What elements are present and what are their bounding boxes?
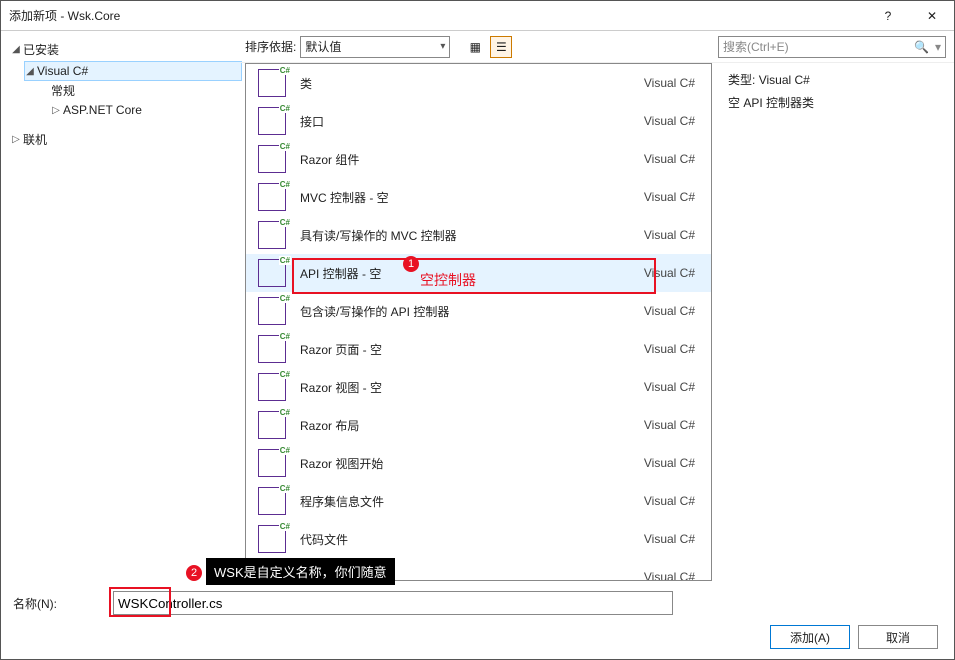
template-name: Razor 组件 bbox=[300, 151, 636, 168]
window-title: 添加新项 - Wsk.Core bbox=[9, 7, 866, 24]
template-icon bbox=[258, 297, 286, 325]
template-lang: Visual C# bbox=[644, 494, 699, 508]
template-name: 包含读/写操作的 API 控制器 bbox=[300, 303, 636, 320]
template-name: Razor 视图 - 空 bbox=[300, 379, 636, 396]
template-lang: Visual C# bbox=[644, 380, 699, 394]
template-lang: Visual C# bbox=[644, 190, 699, 204]
template-lang: Visual C# bbox=[644, 532, 699, 546]
template-name: API 控制器 - 空 bbox=[300, 265, 636, 282]
annotation-marker-1: 1 bbox=[403, 256, 419, 272]
tree-item-aspnetcore[interactable]: ▷ASP.NET Core bbox=[51, 101, 241, 119]
template-item[interactable]: Razor 组件 Visual C# bbox=[246, 140, 711, 178]
template-name: 类 bbox=[300, 75, 636, 92]
template-lang: Visual C# bbox=[644, 76, 699, 90]
toolbar: 排序依据: 默认值 ▦ ☰ 搜索(Ctrl+E) 🔍 ▾ bbox=[241, 31, 954, 63]
template-name: 代码文件 bbox=[300, 531, 636, 548]
detail-pane: 类型: Visual C# 空 API 控制器类 bbox=[716, 63, 954, 581]
template-icon bbox=[258, 335, 286, 363]
template-item[interactable]: 代码文件 Visual C# bbox=[246, 520, 711, 558]
template-lang: Visual C# bbox=[644, 456, 699, 470]
name-input[interactable] bbox=[113, 591, 673, 615]
search-input[interactable]: 搜索(Ctrl+E) 🔍 ▾ bbox=[718, 36, 946, 58]
template-icon bbox=[258, 411, 286, 439]
cancel-button[interactable]: 取消 bbox=[858, 625, 938, 649]
template-item[interactable]: 类 Visual C# bbox=[246, 64, 711, 102]
view-grid-button[interactable]: ▦ bbox=[464, 36, 486, 58]
template-item[interactable]: Razor 页面 - 空 Visual C# bbox=[246, 330, 711, 368]
template-item[interactable]: Razor 视图 - 空 Visual C# bbox=[246, 368, 711, 406]
name-label: 名称(N): bbox=[13, 595, 113, 612]
category-tree: ◢已安装 ◢Visual C# 常规 ▷ASP.NET Core ▷联机 bbox=[1, 31, 241, 581]
template-icon bbox=[258, 145, 286, 173]
template-lang: Visual C# bbox=[644, 342, 699, 356]
template-icon bbox=[258, 525, 286, 553]
template-lang: Visual C# bbox=[644, 228, 699, 242]
close-button[interactable]: ✕ bbox=[910, 1, 954, 31]
template-icon bbox=[258, 221, 286, 249]
template-list[interactable]: 类Visual C#接口Visual C#Razor 组件Visual C#MV… bbox=[245, 63, 712, 581]
template-item[interactable]: Razor 视图开始 Visual C# bbox=[246, 444, 711, 482]
search-icon: 🔍 bbox=[914, 40, 929, 54]
template-lang: Visual C# bbox=[644, 304, 699, 318]
annotation-tooltip-2: WSK是自定义名称，你们随意 bbox=[206, 558, 395, 585]
template-lang: Visual C# bbox=[644, 152, 699, 166]
help-button[interactable]: ? bbox=[866, 1, 910, 31]
template-name: MVC 控制器 - 空 bbox=[300, 189, 636, 206]
tree-item-visual-csharp[interactable]: ◢Visual C# bbox=[25, 62, 241, 80]
template-icon bbox=[258, 487, 286, 515]
view-list-button[interactable]: ☰ bbox=[490, 36, 512, 58]
title-bar: 添加新项 - Wsk.Core ? ✕ bbox=[1, 1, 954, 31]
template-icon bbox=[258, 183, 286, 211]
template-item[interactable]: 程序集信息文件 Visual C# bbox=[246, 482, 711, 520]
template-item[interactable]: Razor 布局 Visual C# bbox=[246, 406, 711, 444]
template-name: Razor 视图开始 bbox=[300, 455, 636, 472]
template-icon bbox=[258, 449, 286, 477]
sort-label: 排序依据: bbox=[245, 38, 296, 55]
template-name: 具有读/写操作的 MVC 控制器 bbox=[300, 227, 636, 244]
detail-type-value: Visual C# bbox=[759, 73, 810, 87]
annotation-marker-2: 2 bbox=[186, 565, 202, 581]
template-item[interactable]: 具有读/写操作的 MVC 控制器 Visual C# bbox=[246, 216, 711, 254]
bottom-bar: 名称(N): 添加(A) 取消 bbox=[1, 581, 954, 659]
template-item[interactable]: MVC 控制器 - 空 Visual C# bbox=[246, 178, 711, 216]
template-name: Razor 页面 - 空 bbox=[300, 341, 636, 358]
template-name: 程序集信息文件 bbox=[300, 493, 636, 510]
template-lang: Visual C# bbox=[644, 266, 699, 280]
detail-description: 空 API 控制器类 bbox=[728, 94, 946, 111]
template-icon bbox=[258, 107, 286, 135]
template-name: 接口 bbox=[300, 113, 636, 130]
template-icon bbox=[258, 69, 286, 97]
template-lang: Visual C# bbox=[644, 570, 699, 581]
template-icon bbox=[258, 259, 286, 287]
template-name: Razor 布局 bbox=[300, 417, 636, 434]
tree-installed[interactable]: ◢已安装 bbox=[11, 37, 241, 62]
tree-online[interactable]: ▷联机 bbox=[11, 127, 241, 152]
add-button[interactable]: 添加(A) bbox=[770, 625, 850, 649]
template-item[interactable]: API 控制器 - 空 Visual C# bbox=[246, 254, 711, 292]
template-icon bbox=[258, 373, 286, 401]
detail-type-label: 类型: bbox=[728, 73, 755, 87]
tree-item-general[interactable]: 常规 bbox=[51, 80, 241, 101]
template-lang: Visual C# bbox=[644, 418, 699, 432]
template-item[interactable]: 接口 Visual C# bbox=[246, 102, 711, 140]
sort-dropdown[interactable]: 默认值 bbox=[300, 36, 450, 58]
template-lang: Visual C# bbox=[644, 114, 699, 128]
template-item[interactable]: 包含读/写操作的 API 控制器 Visual C# bbox=[246, 292, 711, 330]
